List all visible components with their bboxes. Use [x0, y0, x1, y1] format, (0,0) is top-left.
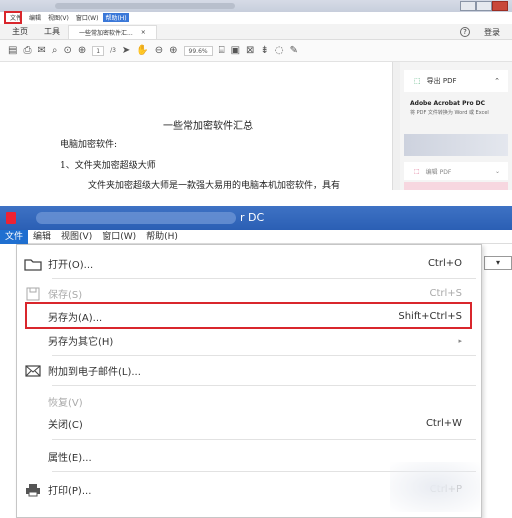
- separator: [52, 278, 476, 279]
- menu-item-label: 打印(P)...: [48, 486, 92, 497]
- menu-item-label: 保存(S): [48, 290, 83, 301]
- document-line: 文件夹加密超级大师是一款强大易用的电脑本机加密软件，具有: [88, 181, 341, 191]
- hand-icon[interactable]: ✋: [136, 45, 148, 56]
- page-down-icon[interactable]: ⊕: [78, 45, 86, 56]
- blurred-region: [390, 462, 480, 512]
- minimize-button[interactable]: [460, 1, 476, 11]
- comment-icon[interactable]: ◌: [275, 45, 284, 56]
- menu-help[interactable]: 帮助(H): [103, 13, 129, 22]
- export-icon: ⬚: [414, 77, 421, 85]
- menu-bar: 文件 编辑 视图(V) 窗口(W) 帮助(H): [0, 12, 512, 23]
- tab-document[interactable]: 一些常加密软件汇... ×: [68, 24, 157, 39]
- zoom-out-icon[interactable]: ⊖: [155, 45, 163, 56]
- separator: [52, 385, 476, 386]
- fullscreen-icon[interactable]: ⊠: [246, 45, 254, 56]
- tab-bar: 主页 工具 一些常加密软件汇... ×: [0, 24, 512, 40]
- menu-window[interactable]: 窗口(W): [74, 13, 101, 22]
- menu-edit[interactable]: 编辑: [27, 13, 43, 22]
- window-controls: [460, 1, 508, 11]
- highlight-box: [25, 302, 472, 329]
- tab-tools[interactable]: 工具: [36, 26, 68, 37]
- maximize-button[interactable]: [476, 1, 492, 11]
- edit-pdf-button[interactable]: ⬚ 编辑 PDF ⌄: [404, 162, 508, 180]
- select-icon[interactable]: ➤: [122, 45, 130, 56]
- pen-icon[interactable]: ✎: [290, 45, 298, 56]
- page-up-icon[interactable]: ⊙: [63, 45, 71, 56]
- menu-item-label: 关闭(C): [48, 420, 83, 431]
- edit-label: 编辑 PDF: [425, 168, 452, 176]
- save-icon[interactable]: ▤: [8, 45, 17, 56]
- menu-item-label: 属性(E)...: [48, 453, 92, 464]
- menu-item-label: 附加到电子邮件(L)...: [48, 367, 141, 378]
- dropdown-arrow-icon[interactable]: ▾: [484, 256, 512, 270]
- window-title: r DC: [240, 211, 265, 224]
- email-icon[interactable]: ✉: [37, 45, 45, 56]
- blurred-region: [404, 134, 508, 156]
- page-number-input[interactable]: 1: [92, 45, 105, 56]
- blurred-title: [55, 3, 235, 9]
- menu-item-close[interactable]: 关闭(C) Ctrl+W: [16, 411, 480, 436]
- menu-view[interactable]: 视图(V): [56, 230, 97, 244]
- document-title: 一些常加密软件汇总: [163, 121, 253, 132]
- export-pdf-button[interactable]: ⬚ 导出 PDF ⌃: [404, 70, 508, 92]
- folder-icon: [22, 257, 44, 271]
- menu-item-label: 恢复(V): [48, 398, 83, 409]
- menu-bar: 文件 编辑 视图(V) 窗口(W) 帮助(H): [0, 229, 512, 244]
- print-icon: [22, 483, 44, 497]
- submenu-arrow-icon: ▸: [458, 336, 462, 345]
- chevron-down-icon[interactable]: ⌄: [495, 168, 500, 175]
- product-name: Adobe Acrobat Pro DC: [410, 100, 486, 107]
- shortcut: Ctrl+S: [429, 288, 462, 299]
- menu-help[interactable]: 帮助(H): [141, 230, 183, 244]
- login-link[interactable]: 登录: [484, 27, 500, 38]
- acrobat-logo-icon: [6, 212, 16, 224]
- zoom-in-icon[interactable]: ⊕: [169, 45, 177, 56]
- document-line: 电脑加密软件:: [60, 140, 118, 150]
- chevron-up-icon[interactable]: ⌃: [494, 77, 500, 85]
- print-icon[interactable]: ⎙: [23, 45, 31, 56]
- close-icon[interactable]: ×: [141, 29, 146, 36]
- shortcut: Ctrl+W: [425, 418, 462, 429]
- toolbar: ▤ ⎙ ✉ ⌕ ⊙ ⊕ 1 /3 ➤ ✋ ⊖ ⊕ 99.6% ⌸ ▣ ⊠ ⇟ ◌…: [0, 40, 512, 62]
- scroll-icon[interactable]: ⇟: [260, 45, 268, 56]
- menu-window[interactable]: 窗口(W): [97, 230, 141, 244]
- menu-item-label: 另存为其它(H): [48, 337, 114, 348]
- highlight-box: [4, 11, 22, 24]
- menu-edit[interactable]: 编辑: [28, 230, 56, 244]
- menu-item-attach-email[interactable]: 附加到电子邮件(L)...: [16, 358, 480, 383]
- fit-icon[interactable]: ⌸: [219, 45, 225, 56]
- zoom-select[interactable]: 99.6%: [183, 45, 213, 56]
- menu-file[interactable]: 文件: [0, 229, 29, 244]
- tab-document-label: 一些常加密软件汇...: [79, 29, 133, 37]
- separator: [52, 355, 476, 356]
- edit-icon: ⬚: [414, 167, 420, 175]
- tool-item[interactable]: [404, 182, 508, 190]
- save-icon: [22, 287, 44, 301]
- export-label: 导出 PDF: [426, 77, 457, 85]
- shortcut: Ctrl+O: [427, 258, 462, 269]
- help-icon[interactable]: ?: [460, 27, 470, 37]
- menu-item-label: 打开(O)...: [48, 260, 94, 271]
- blurred-title: [36, 212, 236, 224]
- search-icon[interactable]: ⌕: [52, 45, 58, 56]
- email-icon: [22, 364, 44, 377]
- tab-home[interactable]: 主页: [4, 26, 36, 37]
- close-button[interactable]: [492, 1, 508, 11]
- menu-item-open[interactable]: 打开(O)... Ctrl+O: [16, 251, 480, 276]
- menu-item-save-as-other[interactable]: 另存为其它(H) ▸: [16, 328, 480, 353]
- page-total: /3: [110, 47, 116, 54]
- menu-view[interactable]: 视图(V): [46, 13, 71, 22]
- separator: [52, 439, 476, 440]
- view-icon[interactable]: ▣: [231, 45, 240, 56]
- document-line: 1、文件夹加密超级大师: [60, 161, 156, 171]
- product-description: 将 PDF 文件转换为 Word 或 Excel: [410, 110, 489, 116]
- scrollbar[interactable]: [392, 62, 400, 190]
